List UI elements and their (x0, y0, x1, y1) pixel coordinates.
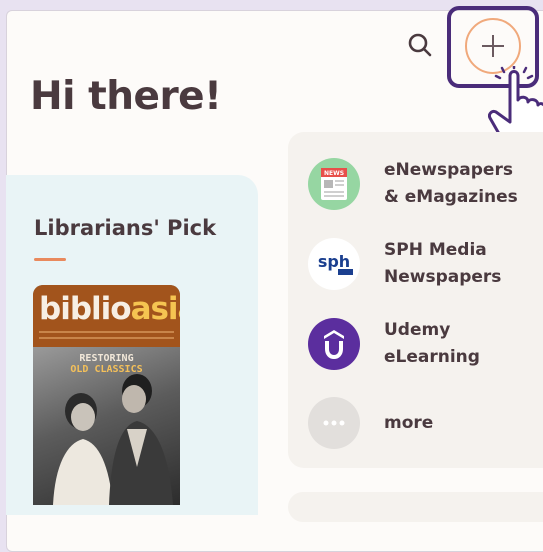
title-underline (34, 258, 66, 261)
quick-link-enewspapers[interactable]: NEWS eNewspapers & eMagazines (308, 157, 543, 211)
quick-link-sph-media[interactable]: sph SPH Media Newspapers (308, 237, 543, 291)
quick-link-label: eNewspapers & eMagazines (384, 160, 518, 207)
cover-divider (39, 337, 174, 339)
quick-link-label: SPH Media Newspapers (384, 240, 502, 287)
more-dots-icon (308, 397, 360, 449)
cover-divider (39, 331, 174, 333)
search-icon (408, 33, 432, 57)
search-button[interactable] (405, 30, 435, 60)
quick-link-label: Udemy eLearning (384, 320, 480, 367)
svg-text:NEWS: NEWS (324, 170, 344, 177)
newspaper-icon: NEWS (308, 158, 360, 210)
next-panel (288, 492, 543, 522)
quick-link-more[interactable]: more (308, 397, 543, 449)
svg-text:sph: sph (318, 252, 350, 271)
cover-headline: RESTORING OLD CLASSICS (70, 353, 143, 375)
librarians-pick-title: Librarians' Pick (34, 216, 217, 240)
sph-logo-icon: sph (308, 238, 360, 290)
page-title: Hi there! (30, 74, 222, 119)
plus-icon (482, 35, 504, 57)
udemy-icon (308, 318, 360, 370)
cover-logo: biblioasia (39, 291, 180, 327)
book-cover[interactable]: biblioasia RESTORING OLD CLASSICS (33, 285, 180, 505)
quick-link-udemy[interactable]: Udemy eLearning (308, 317, 543, 371)
quick-link-label: more (384, 412, 434, 433)
